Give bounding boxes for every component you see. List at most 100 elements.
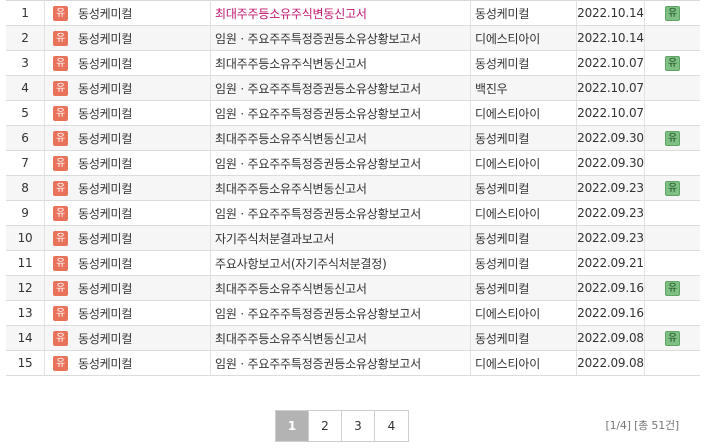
corp-name-link[interactable]: 동성케미컬: [78, 132, 132, 146]
report-title-link[interactable]: 임원ㆍ주요주주특정증권등소유상황보고서: [215, 307, 421, 321]
note-cell: [644, 100, 700, 126]
note-cell: [644, 300, 700, 326]
market-badge: 유: [53, 355, 68, 371]
report-cell: 최대주주등소유주식변동신고서: [210, 275, 471, 301]
table-row: 8 유 동성케미컬 최대주주등소유주식변동신고서 동성케미컬 2022.09.23 유: [6, 175, 700, 201]
corp-name-link[interactable]: 동성케미컬: [78, 282, 132, 296]
corp-cell: 유 동성케미컬: [44, 25, 211, 51]
market-badge: 유: [53, 305, 68, 321]
note-badge[interactable]: 유: [665, 56, 680, 71]
market-badge: 유: [53, 255, 68, 271]
market-badge: 유: [53, 280, 68, 296]
report-title-link[interactable]: 임원ㆍ주요주주특정증권등소유상황보고서: [215, 357, 421, 371]
corp-name-link[interactable]: 동성케미컬: [78, 7, 132, 21]
receipt-date: 2022.10.07: [576, 50, 645, 76]
corp-cell: 유 동성케미컬: [44, 350, 211, 376]
row-number: 10: [6, 225, 45, 251]
row-number: 5: [6, 100, 45, 126]
report-title-link[interactable]: 자기주식처분결과보고서: [215, 232, 334, 246]
page-button-1[interactable]: 1: [276, 411, 309, 441]
report-title-link[interactable]: 임원ㆍ주요주주특정증권등소유상황보고서: [215, 32, 421, 46]
note-badge[interactable]: 유: [665, 281, 680, 296]
corp-cell: 유 동성케미컬: [44, 50, 211, 76]
corp-name-link[interactable]: 동성케미컬: [78, 307, 132, 321]
market-badge: 유: [53, 130, 68, 146]
report-cell: 임원ㆍ주요주주특정증권등소유상황보고서: [210, 100, 471, 126]
note-cell: [644, 25, 700, 51]
disclosure-table: 1 유 동성케미컬 최대주주등소유주식변동신고서 동성케미컬 2022.10.14 유 2 유 동…: [6, 0, 700, 376]
note-cell: [644, 250, 700, 276]
report-title-link[interactable]: 임원ㆍ주요주주특정증권등소유상황보고서: [215, 157, 421, 171]
report-cell: 임원ㆍ주요주주특정증권등소유상황보고서: [210, 350, 471, 376]
filer-name: 디에스티아이: [470, 200, 577, 226]
corp-name-link[interactable]: 동성케미컬: [78, 32, 132, 46]
corp-name-link[interactable]: 동성케미컬: [78, 57, 132, 71]
corp-name-link[interactable]: 동성케미컬: [78, 357, 132, 371]
report-title-link[interactable]: 최대주주등소유주식변동신고서: [215, 7, 367, 21]
note-cell: 유: [644, 325, 700, 351]
report-title-link[interactable]: 임원ㆍ주요주주특정증권등소유상황보고서: [215, 82, 421, 96]
report-title-link[interactable]: 최대주주등소유주식변동신고서: [215, 182, 367, 196]
filer-name: 동성케미컬: [470, 50, 577, 76]
row-number: 11: [6, 250, 45, 276]
corp-name-link[interactable]: 동성케미컬: [78, 82, 132, 96]
report-title-link[interactable]: 임원ㆍ주요주주특정증권등소유상황보고서: [215, 207, 421, 221]
corp-name-link[interactable]: 동성케미컬: [78, 182, 132, 196]
page-button-4[interactable]: 4: [375, 411, 408, 441]
corp-name-link[interactable]: 동성케미컬: [78, 332, 132, 346]
market-badge: 유: [53, 330, 68, 346]
note-cell: [644, 200, 700, 226]
table-row: 2 유 동성케미컬 임원ㆍ주요주주특정증권등소유상황보고서 디에스티아이 2022.10.…: [6, 25, 700, 51]
market-badge: 유: [53, 205, 68, 221]
corp-name-link[interactable]: 동성케미컬: [78, 207, 132, 221]
disclosure-table-body: 1 유 동성케미컬 최대주주등소유주식변동신고서 동성케미컬 2022.10.14 유 2 유 동…: [6, 0, 700, 376]
filer-name: 동성케미컬: [470, 175, 577, 201]
report-cell: 주요사항보고서(자기주식처분결정): [210, 250, 471, 276]
page-button-2[interactable]: 2: [309, 411, 342, 441]
market-badge: 유: [53, 80, 68, 96]
corp-name-link[interactable]: 동성케미컬: [78, 257, 132, 271]
corp-name-link[interactable]: 동성케미컬: [78, 107, 132, 121]
table-row: 15 유 동성케미컬 임원ㆍ주요주주특정증권등소유상황보고서 디에스티아이 2022.09…: [6, 350, 700, 376]
note-badge[interactable]: 유: [665, 331, 680, 346]
report-cell: 최대주주등소유주식변동신고서: [210, 125, 471, 151]
corp-cell: 유 동성케미컬: [44, 300, 211, 326]
corp-cell: 유 동성케미컬: [44, 200, 211, 226]
row-number: 1: [6, 0, 45, 26]
corp-name-link[interactable]: 동성케미컬: [78, 157, 132, 171]
corp-name-link[interactable]: 동성케미컬: [78, 232, 132, 246]
note-badge[interactable]: 유: [665, 6, 680, 21]
corp-cell: 유 동성케미컬: [44, 250, 211, 276]
report-title-link[interactable]: 임원ㆍ주요주주특정증권등소유상황보고서: [215, 107, 421, 121]
table-row: 11 유 동성케미컬 주요사항보고서(자기주식처분결정) 동성케미컬 2022.09.21: [6, 250, 700, 276]
note-cell: [644, 225, 700, 251]
corp-cell: 유 동성케미컬: [44, 100, 211, 126]
filer-name: 동성케미컬: [470, 250, 577, 276]
receipt-date: 2022.10.07: [576, 100, 645, 126]
table-row: 3 유 동성케미컬 최대주주등소유주식변동신고서 동성케미컬 2022.10.07 유: [6, 50, 700, 76]
note-badge[interactable]: 유: [665, 181, 680, 196]
row-number: 2: [6, 25, 45, 51]
table-row: 13 유 동성케미컬 임원ㆍ주요주주특정증권등소유상황보고서 디에스티아이 2022.09…: [6, 300, 700, 326]
receipt-date: 2022.09.30: [576, 150, 645, 176]
report-title-link[interactable]: 최대주주등소유주식변동신고서: [215, 57, 367, 71]
report-title-link[interactable]: 주요사항보고서(자기주식처분결정): [215, 257, 387, 271]
table-row: 6 유 동성케미컬 최대주주등소유주식변동신고서 동성케미컬 2022.09.30 유: [6, 125, 700, 151]
pagination: 1234: [275, 410, 409, 442]
page-button-3[interactable]: 3: [342, 411, 375, 441]
note-cell: 유: [644, 50, 700, 76]
filer-name: 동성케미컬: [470, 125, 577, 151]
market-badge: 유: [53, 30, 68, 46]
report-cell: 임원ㆍ주요주주특정증권등소유상황보고서: [210, 75, 471, 101]
receipt-date: 2022.10.14: [576, 0, 645, 26]
report-title-link[interactable]: 최대주주등소유주식변동신고서: [215, 132, 367, 146]
report-title-link[interactable]: 최대주주등소유주식변동신고서: [215, 282, 367, 296]
report-cell: 최대주주등소유주식변동신고서: [210, 325, 471, 351]
filer-name: 동성케미컬: [470, 325, 577, 351]
table-row: 12 유 동성케미컬 최대주주등소유주식변동신고서 동성케미컬 2022.09.16 유: [6, 275, 700, 301]
report-cell: 최대주주등소유주식변동신고서: [210, 0, 471, 26]
report-title-link[interactable]: 최대주주등소유주식변동신고서: [215, 332, 367, 346]
report-cell: 자기주식처분결과보고서: [210, 225, 471, 251]
corp-cell: 유 동성케미컬: [44, 150, 211, 176]
note-badge[interactable]: 유: [665, 131, 680, 146]
